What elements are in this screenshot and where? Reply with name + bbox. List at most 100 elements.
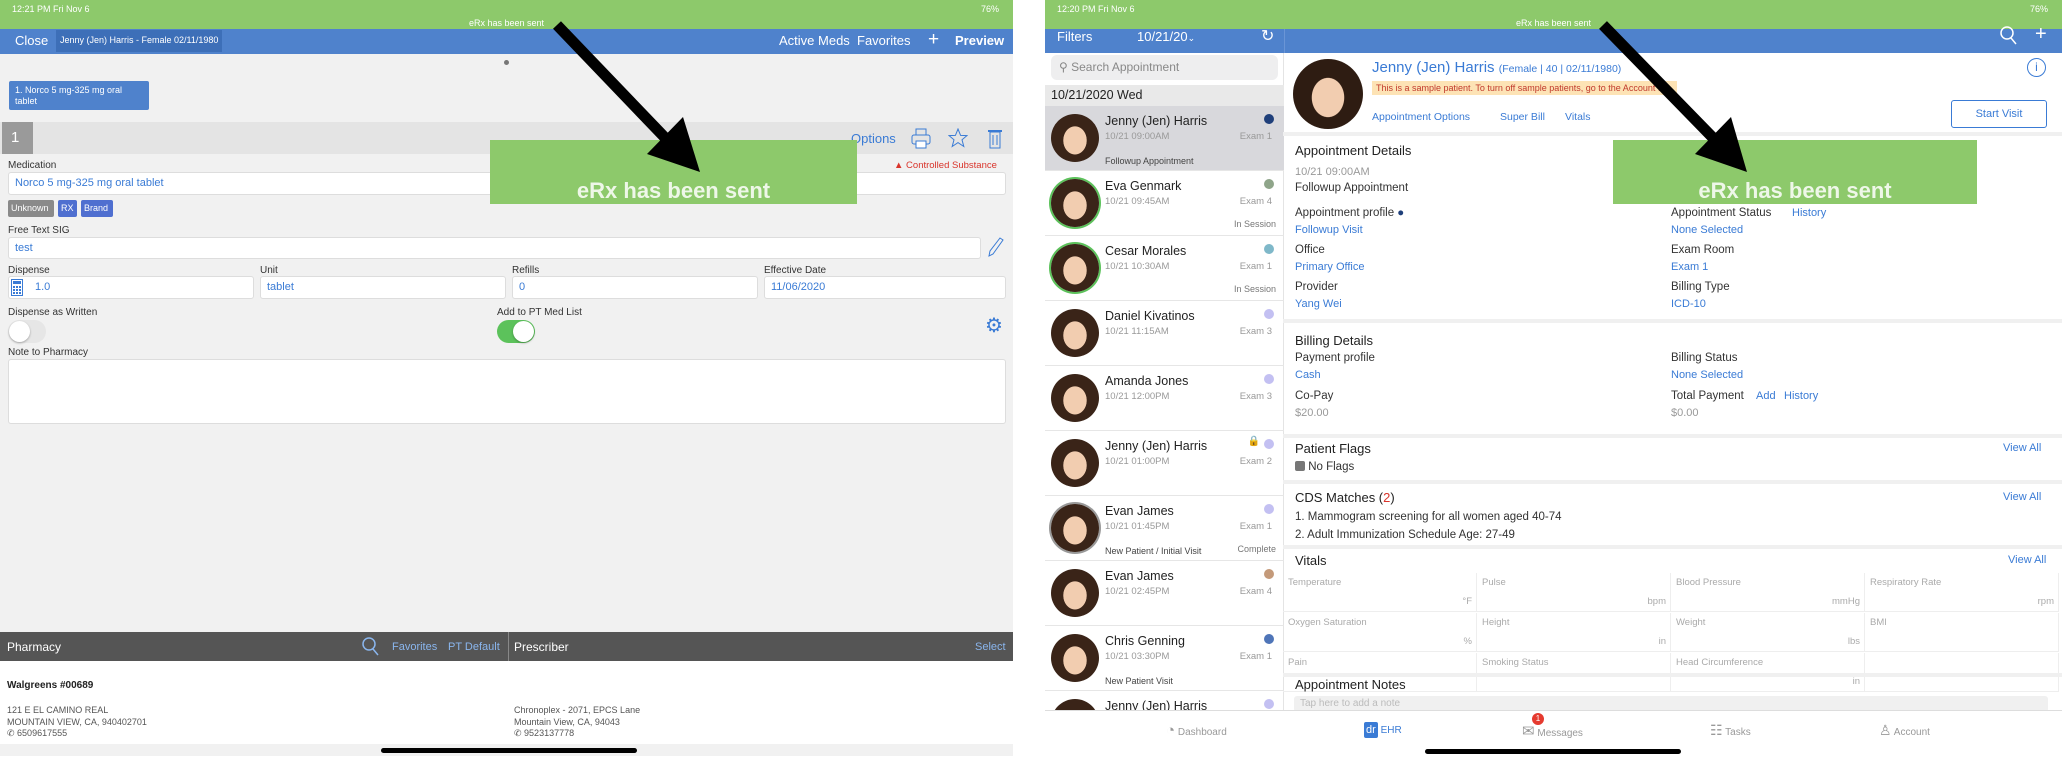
vital-unit: rpm [2037, 596, 2054, 607]
payment-profile-value[interactable]: Cash [1295, 369, 1321, 381]
patient-name[interactable]: Jenny (Jen) Harris (Female | 40 | 02/11/… [1372, 59, 1621, 76]
vitals-link[interactable]: Vitals [1565, 111, 1591, 123]
vitals-view-all-link[interactable]: View All [2008, 554, 2046, 566]
medication-chip[interactable]: 1. Norco 5 mg-325 mg oral tablet [9, 81, 149, 110]
vital-cell[interactable]: Height in [1477, 613, 1671, 652]
refresh-icon[interactable]: ↻ [1261, 26, 1274, 46]
appointment-options-link[interactable]: Appointment Options [1372, 111, 1470, 123]
vital-cell[interactable]: Temperature °F [1283, 573, 1477, 612]
appointment-item[interactable]: Jenny (Jen) Harris 10/21 09:00AM Exam 1 … [1045, 106, 1284, 171]
add-payment-link[interactable]: Add [1756, 390, 1776, 402]
favorites-button[interactable]: Favorites [857, 33, 910, 48]
tab-dashboard[interactable]: ◔ Dashboard [1166, 722, 1227, 739]
vital-name: Pain [1288, 657, 1308, 668]
exam-room: Exam 1 [1239, 261, 1272, 272]
copay-label: Co-Pay [1295, 390, 1334, 402]
appointment-item[interactable]: Jenny (Jen) Harris 10/21 01:00PM Exam 2 … [1045, 431, 1284, 496]
search-icon[interactable] [362, 637, 380, 657]
appointment-status: Complete [1237, 544, 1276, 554]
search-appointment-input[interactable]: ⚲ Search Appointment [1051, 55, 1278, 80]
appointment-item[interactable]: Evan James 10/21 02:45PM Exam 4 [1045, 561, 1284, 626]
gear-icon[interactable]: ⚙ [985, 313, 1003, 338]
vital-cell[interactable]: BMI [1865, 613, 2059, 652]
payment-history-link[interactable]: History [1784, 390, 1818, 402]
billing-type-label: Billing Type [1671, 281, 1730, 293]
add-icon[interactable]: + [2035, 23, 2047, 46]
unit-input[interactable]: tablet [260, 276, 506, 299]
effective-date-input[interactable]: 11/06/2020 [764, 276, 1006, 299]
tab-account[interactable]: ♙ Account [1879, 722, 1930, 739]
star-icon[interactable] [948, 128, 968, 148]
prescriber-select-button[interactable]: Select [975, 641, 1006, 653]
exam-room-value[interactable]: Exam 1 [1671, 261, 1708, 273]
tab-messages[interactable]: ✉ Messages 1 [1522, 713, 1583, 740]
patient-selector[interactable]: Jenny (Jen) Harris - Female 02/11/1980 [56, 30, 223, 52]
options-button[interactable]: Options [851, 131, 896, 146]
appointment-history-link[interactable]: History [1792, 207, 1826, 219]
status-dot [1264, 179, 1274, 189]
vital-name: Smoking Status [1482, 657, 1549, 668]
super-bill-link[interactable]: Super Bill [1500, 111, 1545, 123]
billing-status-value[interactable]: None Selected [1671, 369, 1743, 381]
appointment-status: In Session [1233, 219, 1276, 229]
appointment-type: New Patient / Initial Visit [1105, 546, 1202, 556]
search-icon[interactable] [2000, 26, 2018, 46]
trash-icon[interactable] [987, 127, 1003, 149]
status-dot [1264, 114, 1274, 124]
pharmacy-favorites-button[interactable]: Favorites [392, 641, 437, 653]
cds-item[interactable]: 1. Mammogram screening for all women age… [1295, 511, 1562, 523]
billing-type-value[interactable]: ICD-10 [1671, 298, 1706, 310]
vital-cell[interactable]: Blood Pressure mmHg [1671, 573, 1865, 612]
nav-bar: Filters 10/21/20⌄ ↻ + [1045, 23, 2062, 53]
appointment-item[interactable]: Jenny (Jen) Harris [1045, 691, 1284, 710]
daw-toggle[interactable] [8, 320, 46, 343]
pt-default-button[interactable]: PT Default [448, 641, 500, 653]
avatar [1051, 569, 1099, 617]
appointment-item[interactable]: Eva Genmark 10/21 09:45AM Exam 4 In Sess… [1045, 171, 1284, 236]
flags-view-all-link[interactable]: View All [2003, 442, 2041, 454]
preview-button[interactable]: Preview [955, 33, 1004, 48]
start-visit-button[interactable]: Start Visit [1951, 100, 2047, 128]
appointment-item[interactable]: Daniel Kivatinos 10/21 11:15AM Exam 3 [1045, 301, 1284, 366]
exam-room: Exam 4 [1239, 196, 1272, 207]
refills-input[interactable]: 0 [512, 276, 758, 299]
dispense-input[interactable]: 1.0 [8, 276, 254, 299]
vital-cell[interactable]: Respiratory Rate rpm [1865, 573, 2059, 612]
close-button[interactable]: Close [15, 33, 48, 48]
note-to-pharmacy-input[interactable] [8, 359, 1006, 424]
filters-button[interactable]: Filters [1057, 29, 1092, 44]
provider-value[interactable]: Yang Wei [1295, 298, 1342, 310]
battery-level: 76% [980, 4, 999, 14]
appointment-profile-value[interactable]: Followup Visit [1295, 224, 1363, 236]
info-icon[interactable]: i [2027, 58, 2046, 77]
appointment-status-value[interactable]: None Selected [1671, 224, 1743, 236]
office-value[interactable]: Primary Office [1295, 261, 1364, 273]
printer-icon[interactable] [911, 128, 931, 150]
pencil-icon[interactable] [986, 236, 1004, 258]
calculator-icon[interactable] [11, 279, 23, 296]
date-selector[interactable]: 10/21/20⌄ [1137, 29, 1195, 44]
cds-item[interactable]: 2. Adult Immunization Schedule Age: 27-4… [1295, 529, 1515, 541]
appointment-item[interactable]: Chris Genning 10/21 03:30PM Exam 1 New P… [1045, 626, 1284, 691]
vital-cell[interactable]: Oxygen Saturation% [1283, 613, 1477, 652]
med-list-toggle[interactable] [497, 320, 535, 343]
vital-unit: % [1463, 636, 1472, 647]
sig-input[interactable]: test [8, 237, 981, 259]
appointment-item[interactable]: Evan James 10/21 01:45PM Exam 1 New Pati… [1045, 496, 1284, 561]
refills-label: Refills [512, 265, 540, 276]
flags-value-text: No Flags [1308, 461, 1355, 473]
appointment-time: 10/21 03:30PM [1105, 651, 1170, 662]
appointment-item[interactable]: Cesar Morales 10/21 10:30AM Exam 1 In Se… [1045, 236, 1284, 301]
vital-cell[interactable]: Weight lbs [1671, 613, 1865, 652]
tab-tasks[interactable]: ☷ Tasks [1710, 722, 1751, 739]
home-indicator [1425, 749, 1681, 754]
add-icon[interactable]: + [928, 29, 939, 51]
patient-avatar [1293, 59, 1363, 129]
appointment-item[interactable]: Amanda Jones 10/21 12:00PM Exam 3 [1045, 366, 1284, 431]
tab-ehr[interactable]: dr EHR [1364, 722, 1402, 738]
vital-cell[interactable]: Pulse bpm [1477, 573, 1671, 612]
cds-view-all-link[interactable]: View All [2003, 491, 2041, 503]
active-meds-button[interactable]: Active Meds [779, 33, 850, 48]
patient-name: Jenny (Jen) Harris [1105, 114, 1208, 128]
status-dot [1264, 699, 1274, 709]
